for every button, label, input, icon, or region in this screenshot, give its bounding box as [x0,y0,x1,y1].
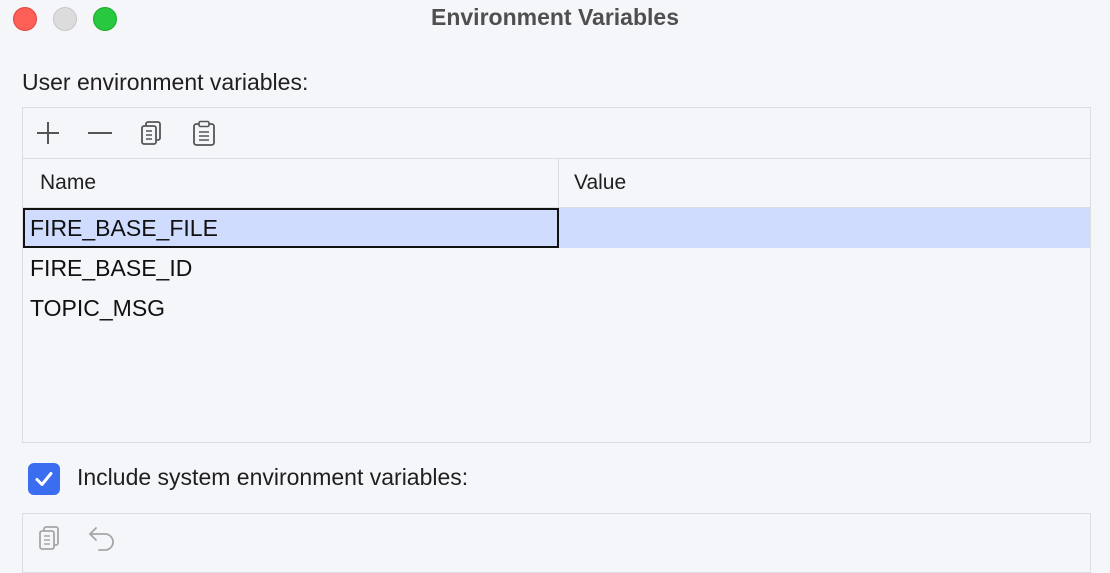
undo-system-variables-button[interactable] [87,523,117,553]
variable-name-cell[interactable]: FIRE_BASE_FILE [23,208,559,248]
undo-icon [89,527,114,551]
user-variables-label: User environment variables: [22,69,309,95]
system-variables-panel [22,513,1091,573]
column-divider[interactable] [558,159,559,207]
variable-value-cell[interactable] [559,248,1090,288]
paste-variables-button[interactable] [189,118,219,148]
table-row[interactable]: TOPIC_MSG [23,288,1090,328]
column-header-name[interactable]: Name [40,159,96,207]
plus-icon [37,122,59,144]
paste-icon [193,120,215,146]
user-variables-toolbar [23,108,1090,159]
table-header: Name Value [23,159,1090,208]
minus-icon [88,132,112,134]
table-row[interactable]: FIRE_BASE_FILE [23,208,1090,248]
include-system-variables-checkbox[interactable] [28,463,60,495]
variable-name-cell[interactable]: FIRE_BASE_ID [23,248,559,288]
include-system-variables-label[interactable]: Include system environment variables: [77,464,468,491]
copy-icon [141,121,161,145]
window-title: Environment Variables [431,4,679,30]
title-bar: Environment Variables [0,0,1110,40]
add-variable-button[interactable] [33,118,63,148]
variable-name-cell[interactable]: TOPIC_MSG [23,288,559,328]
remove-variable-button[interactable] [85,118,115,148]
variables-table-body: FIRE_BASE_FILE FIRE_BASE_ID TOPIC_MSG [23,208,1090,328]
copy-icon [39,526,59,550]
table-row[interactable]: FIRE_BASE_ID [23,248,1090,288]
copy-system-variables-button[interactable] [35,523,65,553]
column-header-value[interactable]: Value [574,159,626,207]
variable-value-cell[interactable] [559,208,1090,248]
user-variables-panel: Name Value FIRE_BASE_FILE FIRE_BASE_ID T… [22,107,1091,443]
checkmark-icon [35,472,53,486]
variable-value-cell[interactable] [559,288,1090,328]
copy-variables-button[interactable] [137,118,167,148]
